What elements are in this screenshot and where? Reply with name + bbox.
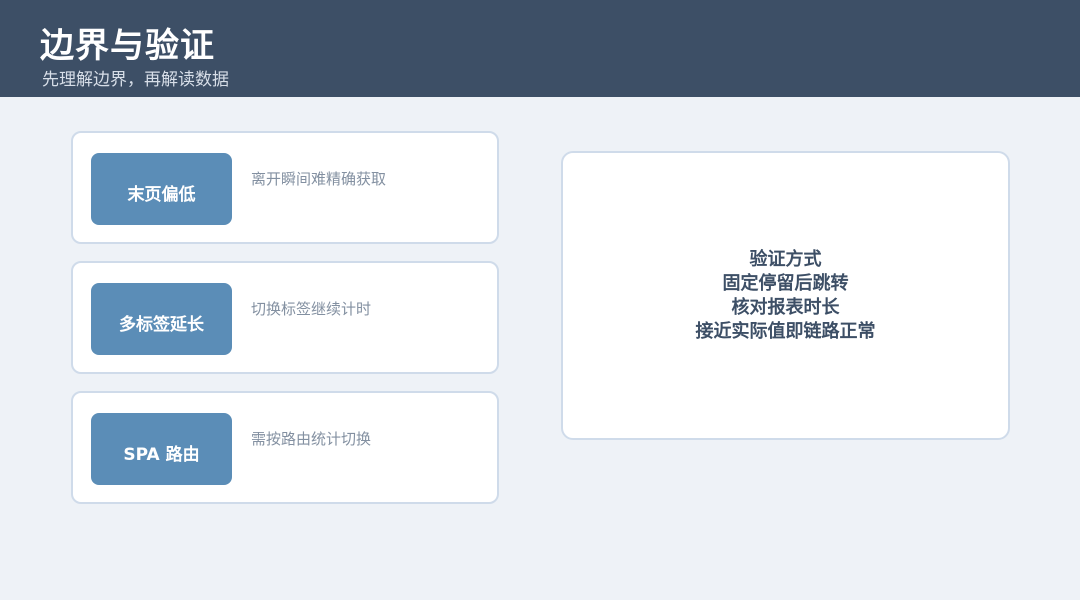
boundary-description: 需按路由统计切换 [251,430,372,448]
boundary-description: 切换标签继续计时 [251,300,372,318]
page-subtitle: 先理解边界，再解读数据 [42,70,229,90]
verification-step: 核对报表时长 [731,296,840,318]
boundary-tag: 多标签延长 [91,283,232,355]
boundary-card-spa-route: SPA 路由 需按路由统计切换 [71,391,499,504]
verification-step: 固定停留后跳转 [722,272,849,294]
boundary-tag: 末页偏低 [91,153,232,225]
boundary-card-multi-tab: 多标签延长 切换标签继续计时 [71,261,499,374]
page-title: 边界与验证 [40,26,215,66]
verification-step: 接近实际值即链路正常 [695,320,876,342]
boundary-tag: SPA 路由 [91,413,232,485]
verification-heading: 验证方式 [749,248,822,270]
boundary-card-last-page: 末页偏低 离开瞬间难精确获取 [71,131,499,244]
boundary-description: 离开瞬间难精确获取 [251,170,387,188]
header-bar: 边界与验证 先理解边界，再解读数据 [0,0,1080,97]
verification-card: 验证方式 固定停留后跳转 核对报表时长 接近实际值即链路正常 [561,151,1010,440]
